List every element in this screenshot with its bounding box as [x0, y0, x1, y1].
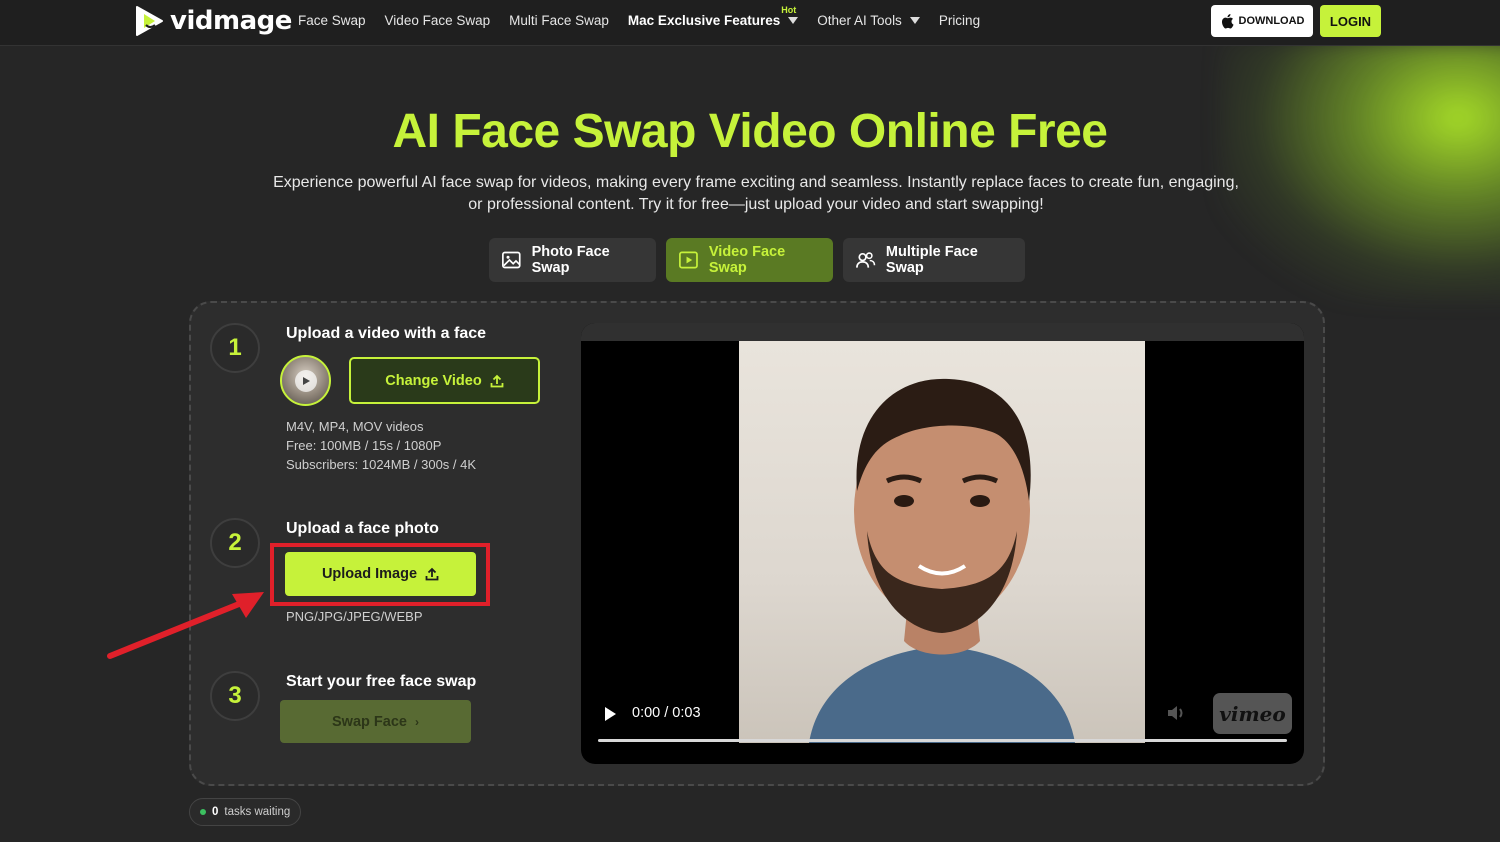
video-controls: 0:00 / 0:03 vimeo	[581, 693, 1304, 764]
top-navbar: vidmage Face Swap Video Face Swap Multi …	[0, 0, 1500, 46]
face-portrait-image	[809, 378, 1075, 743]
nav-links: Face Swap Video Face Swap Multi Face Swa…	[298, 5, 999, 28]
vidmage-logo-icon	[136, 6, 163, 36]
chevron-down-icon	[909, 17, 920, 24]
logo-text: vidmage	[170, 6, 292, 36]
video-player[interactable]: 0:00 / 0:03 vimeo	[581, 323, 1304, 764]
decorative-glow	[1220, 40, 1500, 300]
video-progress-bar[interactable]	[598, 739, 1287, 742]
play-icon[interactable]	[603, 706, 617, 722]
upload-image-button[interactable]: Upload Image	[285, 552, 476, 596]
nav-link-video-face-swap[interactable]: Video Face Swap	[385, 13, 491, 28]
video-play-icon	[679, 251, 698, 269]
page-subtitle: Experience powerful AI face swap for vid…	[273, 174, 1239, 213]
upload-icon	[490, 374, 504, 387]
nav-link-multi-face-swap[interactable]: Multi Face Swap	[509, 13, 609, 28]
status-dot-icon	[200, 809, 206, 815]
volume-icon[interactable]	[1166, 704, 1186, 722]
change-video-button[interactable]: Change Video	[349, 357, 540, 404]
image-icon	[502, 251, 521, 269]
page-title: AI Face Swap Video Online Free	[392, 105, 1108, 158]
vimeo-logo[interactable]: vimeo	[1213, 693, 1292, 734]
video-requirements: M4V, MP4, MOV videos Free: 100MB / 15s /…	[286, 419, 477, 472]
video-time: 0:00 / 0:03	[632, 705, 701, 721]
tasks-count: 0	[212, 806, 219, 818]
hot-badge: Hot	[781, 5, 797, 15]
upload-icon	[425, 567, 439, 581]
tasks-status: 0 tasks waiting	[189, 798, 302, 826]
nav-link-face-swap[interactable]: Face Swap	[298, 13, 366, 28]
mode-tabs: Photo Face Swap Video Face Swap Multiple…	[489, 238, 1025, 282]
users-icon	[856, 252, 876, 268]
swap-face-button[interactable]: Swap Face ›	[280, 700, 471, 743]
video-frame	[739, 341, 1145, 743]
nav-link-other-ai-tools[interactable]: Other AI Tools	[817, 13, 920, 28]
logo[interactable]: vidmage	[134, 4, 292, 38]
step-number-2: 2	[210, 518, 260, 568]
image-formats: PNG/JPG/JPEG/WEBP	[286, 609, 423, 624]
step-title-1: Upload a video with a face	[286, 325, 487, 342]
step-number-1: 1	[210, 323, 260, 373]
tasks-label: tasks waiting	[224, 806, 291, 818]
play-icon	[294, 369, 317, 392]
step-title-3: Start your free face swap	[286, 673, 477, 690]
login-button[interactable]: LOGIN	[1320, 5, 1381, 37]
step-title-2: Upload a face photo	[286, 520, 439, 537]
step-number-3: 3	[210, 671, 260, 721]
download-button[interactable]: DOWNLOAD	[1211, 5, 1313, 37]
tab-video-face-swap[interactable]: Video Face Swap	[666, 238, 833, 282]
red-arrow-annotation-icon	[107, 592, 264, 659]
chevron-right-icon: ›	[414, 714, 419, 729]
tab-multiple-face-swap[interactable]: Multiple Face Swap	[843, 238, 1025, 282]
tab-photo-face-swap[interactable]: Photo Face Swap	[489, 238, 656, 282]
nav-link-pricing[interactable]: Pricing	[939, 13, 980, 28]
nav-link-mac-exclusive[interactable]: Mac Exclusive Features Hot	[628, 5, 799, 28]
video-top-bar	[581, 323, 1304, 341]
apple-icon	[1221, 14, 1233, 29]
chevron-down-icon	[788, 17, 799, 24]
video-thumbnail[interactable]	[280, 355, 331, 406]
